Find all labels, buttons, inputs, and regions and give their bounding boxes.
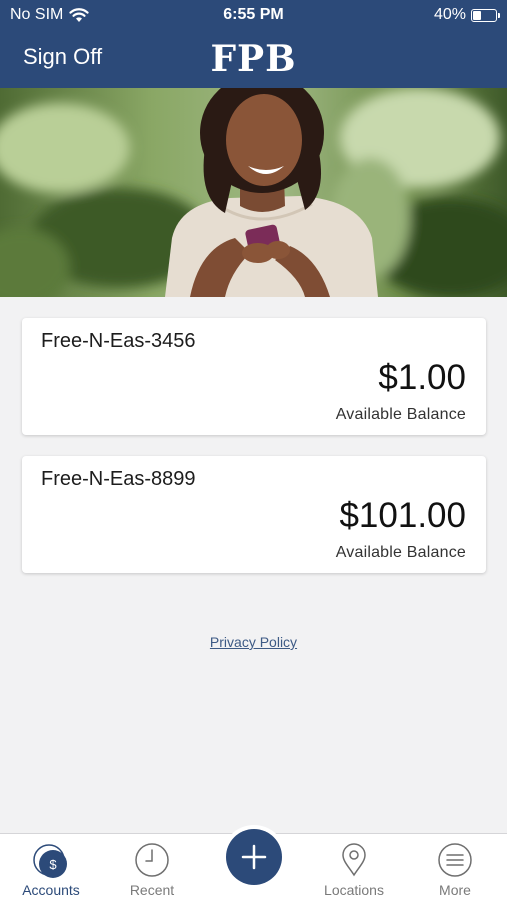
menu-icon bbox=[438, 843, 472, 877]
account-card[interactable]: Free-N-Eas-3456 $1.00 Available Balance bbox=[22, 318, 486, 435]
tab-recent-label: Recent bbox=[129, 882, 175, 898]
status-time: 6:55 PM bbox=[223, 6, 284, 23]
status-right: 40% bbox=[433, 6, 500, 24]
available-balance-label: Available Balance bbox=[335, 544, 466, 561]
clock-icon bbox=[135, 843, 169, 877]
hero-image bbox=[0, 88, 507, 297]
svg-text:$: $ bbox=[49, 857, 57, 872]
account-name: Free-N-Eas-3456 bbox=[41, 330, 196, 352]
available-balance-label: Available Balance bbox=[335, 406, 466, 423]
status-bar: No SIM 6:55 PM 40% bbox=[0, 0, 507, 30]
battery-icon bbox=[471, 8, 500, 22]
dollar-circle-icon: $ bbox=[33, 844, 67, 878]
account-card[interactable]: Free-N-Eas-8899 $101.00 Available Balanc… bbox=[22, 456, 486, 573]
tab-more-label: More bbox=[439, 882, 471, 898]
tab-accounts-label: Accounts bbox=[22, 882, 80, 898]
privacy-policy-link[interactable]: Privacy Policy bbox=[0, 634, 507, 650]
tab-locations-label: Locations bbox=[324, 882, 384, 898]
account-balance: $1.00 bbox=[378, 358, 466, 397]
plus-icon bbox=[241, 844, 267, 870]
account-name: Free-N-Eas-8899 bbox=[41, 468, 196, 490]
tab-locations[interactable]: Locations bbox=[304, 834, 404, 900]
battery-percent: 40% bbox=[433, 6, 466, 23]
tab-recent[interactable]: Recent bbox=[102, 834, 202, 900]
nav-bar: Sign Off FPB bbox=[0, 30, 507, 88]
tab-accounts[interactable]: $ Accounts bbox=[1, 834, 101, 900]
woman-with-phone-photo bbox=[0, 88, 507, 297]
account-balance: $101.00 bbox=[339, 496, 466, 535]
tab-more[interactable]: More bbox=[405, 834, 505, 900]
fpb-logo: FPB bbox=[210, 38, 297, 80]
battery-fill bbox=[473, 10, 482, 20]
location-pin-icon bbox=[342, 843, 366, 877]
add-action-button[interactable] bbox=[226, 829, 282, 885]
